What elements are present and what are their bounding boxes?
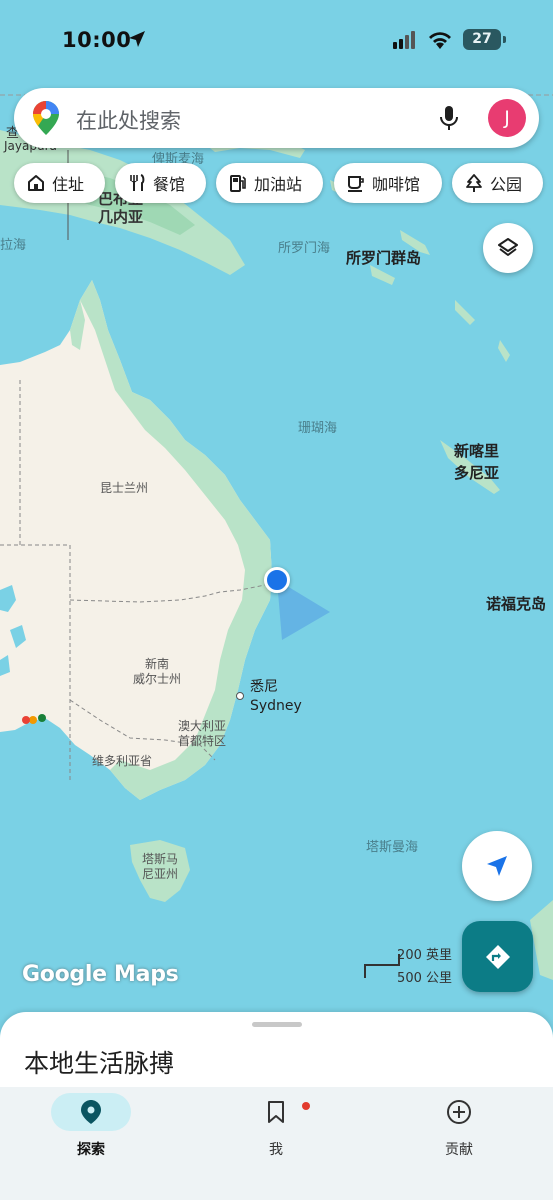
map-label-png-line2: 几内亚 xyxy=(98,208,144,226)
chip-home-label: 住址 xyxy=(52,175,85,194)
scale-metric: 500 公里 xyxy=(397,971,452,986)
google-maps-pin-icon xyxy=(33,101,59,135)
home-icon xyxy=(28,175,44,191)
nav-you-pill xyxy=(236,1093,316,1131)
directions-icon xyxy=(485,944,510,969)
map-label-new-caledonia-1: 新喀里 xyxy=(454,442,500,460)
account-avatar[interactable]: J xyxy=(488,99,526,137)
chip-gas-stations[interactable]: 加油站 xyxy=(216,163,323,203)
notification-dot xyxy=(302,1102,310,1110)
add-circle-icon xyxy=(447,1100,471,1124)
chip-parks[interactable]: 公园 xyxy=(452,163,543,203)
map-label-sydney-en[interactable]: Sydney xyxy=(250,697,302,715)
nav-you[interactable]: 我 xyxy=(216,1087,336,1167)
microphone-icon[interactable] xyxy=(438,104,460,132)
chip-parks-label: 公园 xyxy=(490,175,523,194)
scale-imperial: 200 英里 xyxy=(397,948,452,963)
cellular-signal-icon xyxy=(393,31,415,49)
bookmark-icon xyxy=(268,1101,284,1123)
nav-explore-label: 探索 xyxy=(77,1142,105,1158)
scale-bar xyxy=(364,964,398,966)
map-label-new-caledonia-2: 多尼亚 xyxy=(454,464,500,482)
map-label-tasmania-1: 塔斯马 xyxy=(142,852,179,866)
location-services-icon xyxy=(129,31,145,47)
map-label-victoria: 维多利亚省 xyxy=(92,754,153,768)
nav-explore-pill xyxy=(51,1093,131,1131)
google-maps-logo: Google Maps xyxy=(22,962,179,987)
gas-station-icon xyxy=(230,175,246,192)
navigation-arrow-icon xyxy=(487,856,507,876)
chip-restaurants-label: 餐馆 xyxy=(153,175,186,194)
nav-you-label: 我 xyxy=(269,1142,283,1158)
map-label-norfolk-island: 诺福克岛 xyxy=(486,595,547,613)
map-label-solomon-sea: 所罗门海 xyxy=(278,241,331,256)
nav-contribute-label: 贡献 xyxy=(445,1142,473,1158)
nav-contribute[interactable]: 贡献 xyxy=(399,1087,519,1167)
search-bar[interactable]: 在此处搜索 J xyxy=(14,88,539,148)
directions-button[interactable] xyxy=(462,921,533,992)
map-label-act-1: 澳大利亚 xyxy=(178,719,227,733)
sheet-title: 本地生活脉搏 xyxy=(24,1049,175,1078)
bottom-sheet[interactable]: 本地生活脉搏 xyxy=(0,1012,553,1092)
map-label-tasmania-2: 尼亚州 xyxy=(142,867,179,881)
chip-gas-stations-label: 加油站 xyxy=(254,175,303,194)
map-label-act-2: 首都特区 xyxy=(178,734,227,748)
australia-landmass xyxy=(0,280,272,800)
restaurant-icon xyxy=(130,174,145,191)
sheet-drag-handle[interactable] xyxy=(252,1022,302,1027)
status-time: 10:00 xyxy=(62,28,132,52)
map-label-sydney-cn[interactable]: 悉尼 xyxy=(250,678,278,696)
chip-home[interactable]: 住址 xyxy=(14,163,105,203)
chip-coffee[interactable]: 咖啡馆 xyxy=(334,163,442,203)
my-location-button[interactable] xyxy=(462,831,532,901)
map-label-nsw-2: 威尔士州 xyxy=(133,672,182,686)
park-icon xyxy=(466,174,482,192)
current-location-dot[interactable] xyxy=(264,567,290,593)
bottom-navigation: 探索 我 贡献 xyxy=(0,1087,553,1200)
battery-level: 27 xyxy=(463,29,501,50)
map-label-coral-sea: 珊瑚海 xyxy=(298,421,338,436)
nav-explore[interactable]: 探索 xyxy=(31,1087,151,1167)
map-label-tasman-sea: 塔斯曼海 xyxy=(366,840,419,855)
map-scale: 200 英里 500 公里 xyxy=(362,944,454,986)
layers-icon xyxy=(498,238,518,256)
map-label-arafura-sea: 拉海 xyxy=(0,238,27,253)
battery-tip xyxy=(503,36,506,43)
scale-bar-tick-mid xyxy=(398,954,400,966)
chip-coffee-label: 咖啡馆 xyxy=(372,175,421,194)
map-label-queensland: 昆士兰州 xyxy=(100,481,149,495)
map-layers-button[interactable] xyxy=(483,223,533,273)
wifi-icon xyxy=(429,32,451,49)
map-label-nsw-1: 新南 xyxy=(145,657,170,671)
explore-pin-icon xyxy=(81,1100,101,1124)
map-label-solomon-islands: 所罗门群岛 xyxy=(346,249,422,267)
search-input[interactable]: 在此处搜索 xyxy=(76,105,181,135)
status-bar: 10:00 27 xyxy=(0,0,553,80)
coffee-icon xyxy=(348,176,364,192)
nav-contribute-pill xyxy=(419,1093,499,1131)
chip-restaurants[interactable]: 餐馆 xyxy=(115,163,206,203)
scale-bar-tick-left xyxy=(364,964,366,978)
